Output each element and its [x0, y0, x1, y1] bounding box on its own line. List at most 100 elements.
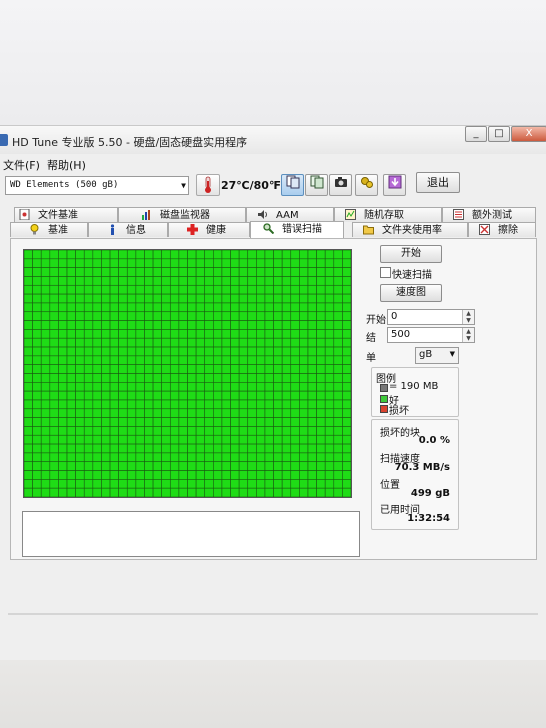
tab-extra-tests[interactable]: 额外测试 — [442, 207, 536, 222]
tab-disk-monitor[interactable]: 磁盘监视器 — [118, 207, 246, 222]
scan-block — [32, 417, 42, 427]
legend-block-size: = 190 MB — [389, 381, 439, 392]
scan-block — [83, 329, 94, 339]
scan-block — [316, 302, 326, 313]
scan-block — [58, 487, 68, 497]
scan-block — [24, 461, 33, 471]
scan-block — [178, 329, 188, 339]
scan-block — [213, 293, 223, 304]
background-below-window — [0, 660, 546, 728]
menu-help[interactable]: 帮助(H) — [47, 157, 86, 173]
scan-block — [83, 443, 94, 454]
scan-block — [290, 390, 300, 401]
scan-block — [307, 408, 317, 418]
scan-block — [83, 408, 94, 418]
scan-block — [221, 408, 231, 418]
scan-block — [324, 302, 335, 313]
tab-error-scan[interactable]: 错误扫描 — [250, 221, 344, 238]
scan-block — [333, 417, 343, 427]
scan-block — [342, 258, 351, 268]
scan-block — [92, 434, 102, 445]
scan-block — [187, 284, 197, 295]
scan-block — [135, 434, 145, 445]
scan-block — [66, 390, 76, 401]
tab-aam[interactable]: AAM — [246, 207, 334, 222]
scan-block — [169, 293, 180, 304]
scan-block — [342, 426, 351, 436]
scan-block — [66, 382, 76, 392]
scan-block — [152, 302, 162, 313]
quick-scan-checkbox[interactable] — [380, 267, 391, 278]
start-input[interactable]: 0 ▲ ▼ — [387, 309, 475, 325]
scan-block — [281, 320, 292, 330]
tab-benchmark[interactable]: 基准 — [10, 222, 88, 237]
screenshot-button[interactable] — [329, 174, 352, 196]
scan-block — [264, 258, 274, 268]
tab-random-access[interactable]: 随机存取 — [334, 207, 442, 222]
close-button[interactable]: X — [511, 126, 546, 142]
menu-file[interactable]: 文件(F) — [3, 157, 40, 173]
scan-block — [169, 461, 180, 471]
scan-block — [307, 329, 317, 339]
scan-block — [58, 443, 68, 454]
scan-block — [118, 250, 128, 260]
scan-block — [187, 293, 197, 304]
scan-block — [256, 355, 266, 365]
scan-block — [195, 373, 206, 383]
scan-block — [152, 434, 162, 445]
scan-block — [273, 250, 283, 260]
minimize-button[interactable]: _ — [465, 126, 487, 142]
scan-block — [58, 390, 68, 401]
scan-block — [66, 276, 76, 286]
scan-block — [49, 250, 59, 260]
tab-health[interactable]: 健康 — [168, 222, 250, 237]
scan-block — [32, 470, 42, 480]
speed-map-button[interactable]: 速度图 — [380, 284, 442, 302]
scan-block — [152, 470, 162, 480]
tab-folder-usage[interactable]: 文件夹使用率 — [352, 222, 468, 237]
tab-file-benchmark[interactable]: 文件基准 — [14, 207, 118, 222]
scan-block — [324, 329, 335, 339]
scan-block — [101, 408, 111, 418]
tab-info[interactable]: 信息 — [88, 222, 168, 237]
scan-block — [109, 390, 119, 401]
scan-block — [58, 311, 68, 321]
scan-block — [221, 284, 231, 295]
drive-select[interactable]: WD Elements (500 gB) ▼ — [5, 176, 189, 195]
scan-block — [24, 329, 33, 339]
tab-erase[interactable]: 擦除 — [468, 222, 536, 237]
scan-block — [307, 470, 317, 480]
scan-block — [316, 329, 326, 339]
scan-block — [195, 434, 206, 445]
copy-screen-button[interactable] — [305, 174, 328, 196]
scan-block — [83, 426, 94, 436]
scan-block — [273, 337, 283, 348]
scan-block — [195, 408, 206, 418]
scan-block — [230, 487, 240, 497]
scan-block — [299, 390, 309, 401]
scan-block — [256, 258, 266, 268]
scan-block — [247, 250, 257, 260]
scan-block — [290, 320, 300, 330]
copy-text-button[interactable] — [281, 174, 304, 196]
unit-select[interactable]: gB ▼ — [415, 347, 459, 364]
scan-block — [273, 443, 283, 454]
scan-block — [230, 329, 240, 339]
scan-block — [126, 267, 137, 277]
scan-block — [144, 426, 154, 436]
maximize-button[interactable]: □ — [488, 126, 510, 142]
scan-block — [264, 417, 274, 427]
start-scan-button[interactable]: 开始 — [380, 245, 442, 263]
scan-block — [161, 276, 171, 286]
spin-arrows-icon[interactable]: ▲ ▼ — [462, 328, 474, 342]
scan-block — [109, 346, 119, 357]
scan-block — [144, 390, 154, 401]
spin-arrows-icon[interactable]: ▲ ▼ — [462, 310, 474, 324]
options-button[interactable] — [355, 174, 378, 196]
save-button[interactable] — [383, 174, 406, 196]
exit-button[interactable]: 退出 — [416, 172, 460, 193]
scan-block — [299, 284, 309, 295]
end-input[interactable]: 500 ▲ ▼ — [387, 327, 475, 343]
scan-block — [307, 373, 317, 383]
scan-block — [307, 390, 317, 401]
